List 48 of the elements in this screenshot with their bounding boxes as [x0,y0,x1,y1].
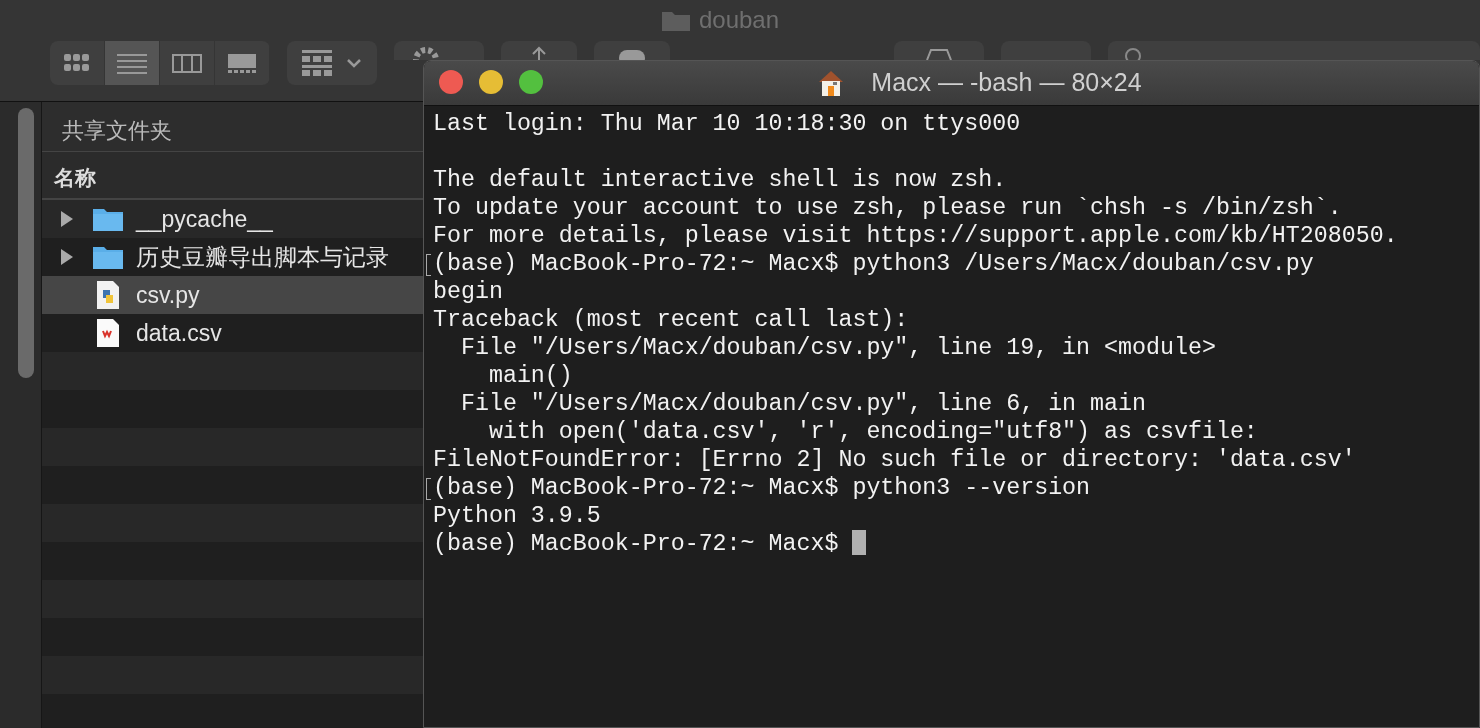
python-file-icon [96,280,120,310]
terminal-line: begin [433,279,503,305]
terminal-line: (base) MacBook-Pro-72:~ Macx$ python3 --version [433,475,1091,501]
folder-icon [92,244,124,270]
close-button[interactable] [439,70,463,94]
sidebar-heading: 共享文件夹 [62,118,172,143]
window-title: Macx — -bash — 80×24 [871,67,1142,99]
file-name: 历史豆瓣导出脚本与记录 [136,242,389,272]
group-icon [302,50,332,76]
terminal-line: Traceback (most recent call last): [433,307,909,333]
list-icon [117,51,147,75]
scrollbar-thumb[interactable] [18,108,34,378]
file-name: __pycache__ [136,204,273,234]
minimize-button[interactable] [479,70,503,94]
gear-icon [412,46,440,60]
drive-icon [923,46,955,60]
columns-icon [172,51,202,75]
gear-button[interactable] [394,41,484,60]
disclosure-triangle-icon[interactable] [60,248,74,266]
tag-button[interactable] [594,41,670,60]
disclosure-triangle-icon[interactable] [60,210,74,228]
file-name: csv.py [136,280,200,310]
group-button[interactable] [287,41,377,85]
column-header[interactable]: 名称 [54,166,96,189]
file-row[interactable]: csv.py [42,276,423,314]
chevron-down-icon [346,58,362,68]
terminal-line: Python 3.9.5 [433,503,601,529]
terminal-line: File "/Users/Macx/douban/csv.py", line 19, in <module> [459,335,1216,361]
window-title: douban [698,5,780,35]
terminal-line: File "/Users/Macx/douban/csv.py", line 6, in main [459,391,1146,417]
document-icon [96,318,120,348]
terminal-line: (base) MacBook-Pro-72:~ Macx$ [433,531,840,557]
view-button[interactable] [105,41,160,85]
terminal-line: Last login: Thu Mar 10 10:18:30 on ttys000 [433,111,1021,137]
terminal-line: (base) MacBook-Pro-72:~ Macx$ python3 /Users/Macx/douban/csv.py [433,251,1314,277]
file-name: data.csv [136,318,222,348]
search-field[interactable] [1108,41,1480,60]
drive-button[interactable] [894,41,984,60]
terminal-line: FileNotFoundError: [Errno 2] No such file or directory: 'data.csv' [433,447,1356,473]
terminal-line: To update your account to use zsh, please run `chsh -s /bin/zsh`. [433,195,1342,221]
terminal-line: with open('data.csv', 'r', encoding="utf8") as csvfile: [487,419,1258,445]
terminal-line: main() [487,363,573,389]
gallery-icon [227,51,257,75]
zoom-button[interactable] [519,70,543,94]
terminal-line: For more details, please visit https://support.apple.com/kb/HT208050. [433,223,1398,249]
share-button[interactable] [501,41,577,60]
folder-icon [92,206,124,232]
terminal-line: The default interactive shell is now zsh. [433,167,1007,193]
